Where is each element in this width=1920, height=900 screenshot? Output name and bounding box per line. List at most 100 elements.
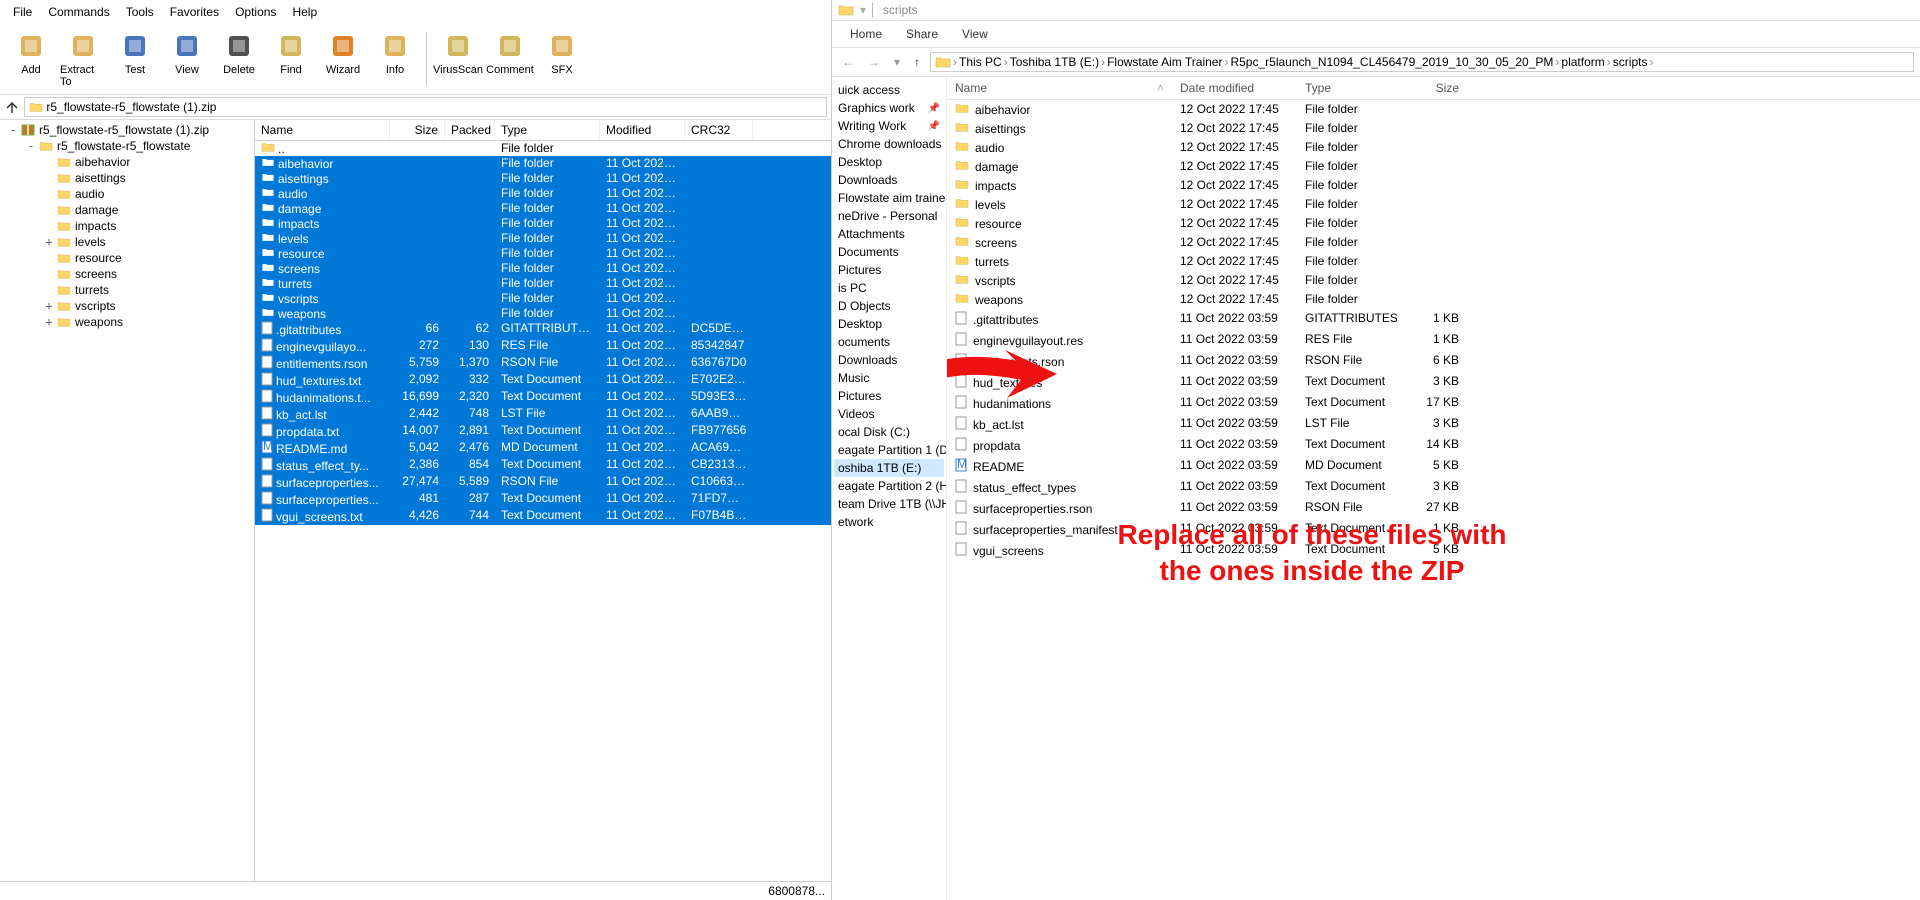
breadcrumb-item[interactable]: Toshiba 1TB (E:) [1010,55,1099,69]
list-row[interactable]: hud_textures.txt 2,092 332 Text Document… [255,372,831,389]
list-row[interactable]: levels 12 Oct 2022 17:45 File folder [947,195,1920,214]
nav-item[interactable]: Downloads [834,351,944,369]
list-row[interactable]: enginevguilayo... 272 130 RES File 11 Oc… [255,338,831,355]
nav-item[interactable]: eagate Partition 2 (H:) [834,477,944,495]
extract-to-button[interactable]: Extract To [58,28,108,90]
list-row[interactable]: surfaceproperties_manifest 11 Oct 2022 0… [947,519,1920,540]
breadcrumb-item[interactable]: scripts [1613,55,1648,69]
tree-item[interactable]: aibehavior [2,154,252,170]
menu-file[interactable]: File [6,2,39,22]
nav-item[interactable]: Downloads [834,171,944,189]
list-row[interactable]: hudanimations.t... 16,699 2,320 Text Doc… [255,389,831,406]
nav-item[interactable]: eagate Partition 1 (D:) [834,441,944,459]
tree-item[interactable]: + levels [2,234,252,250]
tree-item[interactable]: aisettings [2,170,252,186]
list-row[interactable]: damage 12 Oct 2022 17:45 File folder [947,157,1920,176]
tree-item[interactable]: damage [2,202,252,218]
comment-button[interactable]: Comment [485,28,535,90]
breadcrumb-item[interactable]: This PC [959,55,1002,69]
tree-item[interactable]: screens [2,266,252,282]
expand-icon[interactable]: + [42,299,56,313]
nav-item[interactable]: Attachments [834,225,944,243]
list-row[interactable]: hud_textures 11 Oct 2022 03:59 Text Docu… [947,372,1920,393]
winrar-tree[interactable]: - r5_flowstate-r5_flowstate (1).zip - r5… [0,120,255,881]
col-packed[interactable]: Packed [445,120,495,140]
forward-button[interactable]: → [864,55,884,69]
list-row[interactable]: turrets 12 Oct 2022 17:45 File folder [947,252,1920,271]
list-row[interactable]: turrets File folder 11 Oct 2022 03:... [255,276,831,291]
test-button[interactable]: Test [110,28,160,90]
expand-icon[interactable]: + [42,315,56,329]
list-row[interactable]: vscripts File folder 11 Oct 2022 03:... [255,291,831,306]
tree-item[interactable]: audio [2,186,252,202]
nav-item[interactable]: ocal Disk (C:) [834,423,944,441]
tree-item[interactable]: + vscripts [2,298,252,314]
list-row[interactable]: surfaceproperties... 27,474 5,589 RSON F… [255,474,831,491]
nav-item[interactable]: is PC [834,279,944,297]
explorer-list-header[interactable]: Name˄ Date modified Type Size [947,77,1920,100]
col-type[interactable]: Type [1297,77,1397,99]
list-row[interactable]: resource 12 Oct 2022 17:45 File folder [947,214,1920,233]
nav-item[interactable]: Flowstate aim trainer [834,189,944,207]
list-row[interactable]: vgui_screens.txt 4,426 744 Text Document… [255,508,831,525]
breadcrumb-item[interactable]: R5pc_r5launch_N1094_CL456479_2019_10_30_… [1230,55,1553,69]
menu-commands[interactable]: Commands [41,2,116,22]
expand-icon[interactable]: - [24,139,38,153]
tab-view[interactable]: View [962,27,988,41]
tree-item[interactable]: + weapons [2,314,252,330]
info-button[interactable]: Info [370,28,420,90]
list-row[interactable]: resource File folder 11 Oct 2022 03:... [255,246,831,261]
list-row[interactable]: impacts File folder 11 Oct 2022 03:... [255,216,831,231]
nav-item[interactable]: Chrome downloads [834,135,944,153]
menu-favorites[interactable]: Favorites [163,2,226,22]
nav-item[interactable]: Desktop [834,315,944,333]
list-row[interactable]: screens 12 Oct 2022 17:45 File folder [947,233,1920,252]
sfx-button[interactable]: SFX [537,28,587,90]
list-row[interactable]: audio File folder 11 Oct 2022 03:... [255,186,831,201]
col-date-modified[interactable]: Date modified [1172,77,1297,99]
list-row[interactable]: surfaceproperties.rson 11 Oct 2022 03:59… [947,498,1920,519]
virusscan-button[interactable]: VirusScan [433,28,483,90]
add-button[interactable]: Add [6,28,56,90]
nav-item[interactable]: neDrive - Personal [834,207,944,225]
list-row[interactable]: entitlements.rson 5,759 1,370 RSON File … [255,355,831,372]
list-row[interactable]: audio 12 Oct 2022 17:45 File folder [947,138,1920,157]
up-icon[interactable] [4,99,20,115]
recent-dropdown[interactable]: ▾ [890,55,904,69]
nav-item[interactable]: ocuments [834,333,944,351]
list-row[interactable]: kb_act.lst 2,442 748 LST File 11 Oct 202… [255,406,831,423]
breadcrumb-bar[interactable]: › This PC›Toshiba 1TB (E:)›Flowstate Aim… [930,52,1914,72]
list-row[interactable]: levels File folder 11 Oct 2022 03:... [255,231,831,246]
delete-button[interactable]: Delete [214,28,264,90]
nav-item[interactable]: Graphics work 📌 [834,99,944,117]
menu-help[interactable]: Help [285,2,324,22]
tree-item[interactable]: turrets [2,282,252,298]
nav-item[interactable]: Music [834,369,944,387]
list-row[interactable]: damage File folder 11 Oct 2022 03:... [255,201,831,216]
up-button[interactable]: ↑ [910,55,924,69]
col-name[interactable]: Name˄ [947,77,1172,99]
col-size[interactable]: Size [1397,77,1467,99]
list-row[interactable]: MREADME 11 Oct 2022 03:59 MD Document 5 … [947,456,1920,477]
list-row[interactable]: hudanimations 11 Oct 2022 03:59 Text Doc… [947,393,1920,414]
col-type[interactable]: Type [495,120,600,140]
list-row[interactable]: aisettings File folder 11 Oct 2022 03:..… [255,171,831,186]
col-modified[interactable]: Modified [600,120,685,140]
nav-item[interactable]: Videos [834,405,944,423]
list-row[interactable]: status_effect_types 11 Oct 2022 03:59 Te… [947,477,1920,498]
list-row[interactable]: weapons 12 Oct 2022 17:45 File folder [947,290,1920,309]
tree-item[interactable]: - r5_flowstate-r5_flowstate [2,138,252,154]
nav-item[interactable]: etwork [834,513,944,531]
view-button[interactable]: View [162,28,212,90]
wizard-button[interactable]: Wizard [318,28,368,90]
list-row[interactable]: vscripts 12 Oct 2022 17:45 File folder [947,271,1920,290]
col-size[interactable]: Size [390,120,445,140]
col-crc32[interactable]: CRC32 [685,120,753,140]
menu-tools[interactable]: Tools [119,2,161,22]
nav-item[interactable]: Pictures [834,387,944,405]
tree-item[interactable]: resource [2,250,252,266]
list-row[interactable]: vgui_screens 11 Oct 2022 03:59 Text Docu… [947,540,1920,561]
list-row[interactable]: .gitattributes 11 Oct 2022 03:59 GITATTR… [947,309,1920,330]
list-row[interactable]: weapons File folder 11 Oct 2022 03:... [255,306,831,321]
list-row[interactable]: status_effect_ty... 2,386 854 Text Docum… [255,457,831,474]
